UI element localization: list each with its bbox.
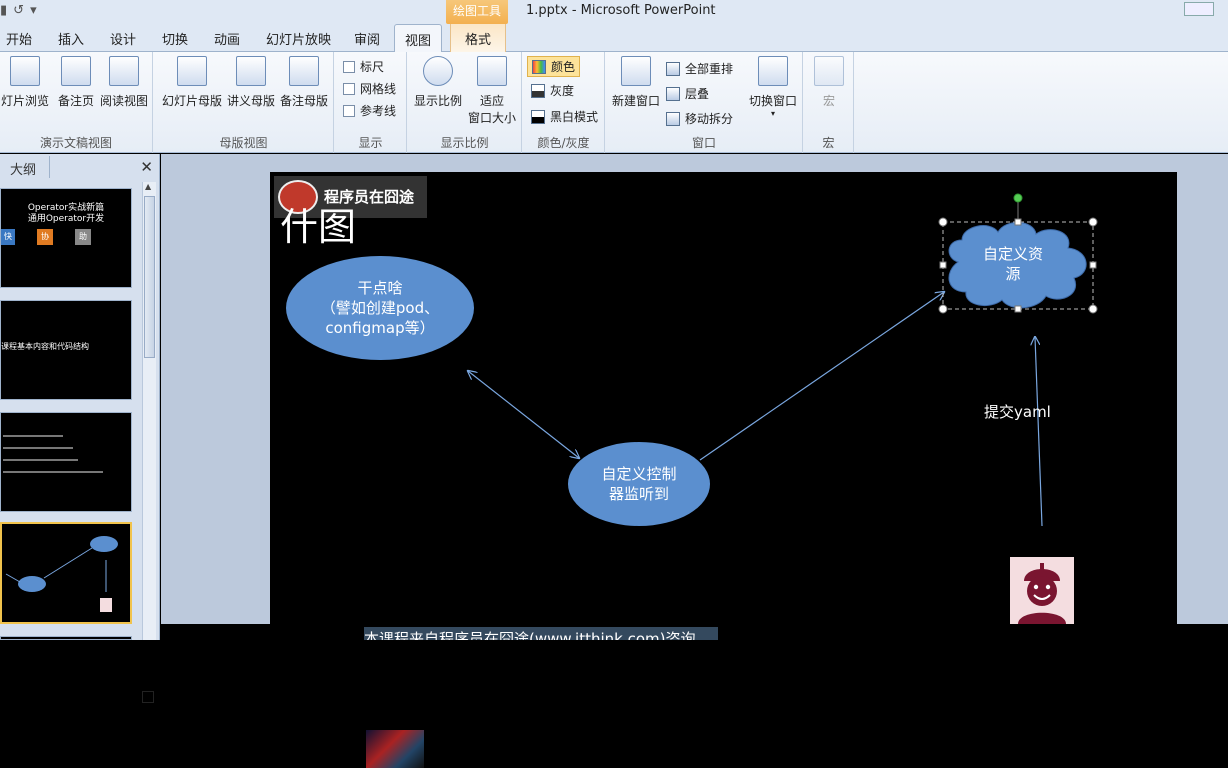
selection-handle[interactable] [1014,218,1022,226]
selection-handle[interactable] [939,261,947,269]
ellipse-action[interactable]: 干点啥 （譬如创建pod、 configmap等） [286,256,474,360]
cloud-label: 自定义资 源 [982,245,1043,283]
selection-handle[interactable] [938,304,948,314]
rotation-handle[interactable] [1013,193,1023,203]
footer-watermark: 本课程来自程序员在囧途(www.jtthink.com)咨询 [364,627,718,640]
person-avatar-icon[interactable] [1010,557,1074,624]
selection-handle[interactable] [1089,261,1097,269]
video-artifact [366,730,424,768]
selection-handle[interactable] [1088,304,1098,314]
ellipse-controller[interactable]: 自定义控制 器监听到 [568,442,710,526]
notes-checkbox-artifact [142,691,154,703]
selection-handle[interactable] [938,217,948,227]
selection-handle[interactable] [1014,305,1022,313]
double-arrow-connector[interactable] [468,371,579,458]
diagram-canvas [0,193,1098,527]
submit-yaml-label[interactable]: 提交yaml [984,401,1051,422]
selection-handle[interactable] [1088,217,1098,227]
arrow-to-resource[interactable] [699,292,944,461]
arrow-submit-yaml[interactable] [1035,337,1043,527]
